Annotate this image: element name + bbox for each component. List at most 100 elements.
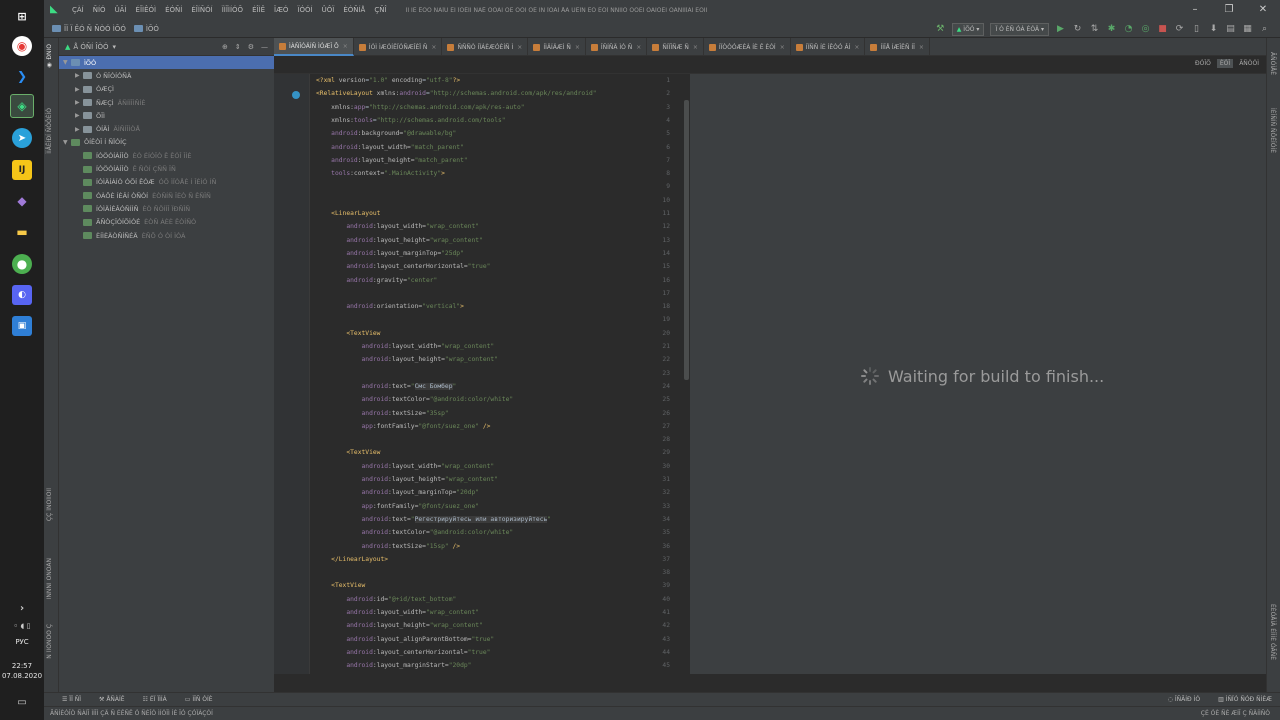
editor-tab[interactable]: ÑÑÑÒ ÍÏÁÈÆÓÈÍÑ Ì ×	[442, 38, 529, 56]
code-line[interactable]: android:orientation="vertical">	[316, 303, 464, 310]
editor-tab[interactable]: ÍÌÄÍÄÆÌ Ñ ×	[528, 38, 586, 56]
hammer-icon[interactable]: ⚒	[935, 24, 946, 35]
code-line[interactable]: <TextView	[316, 330, 380, 337]
menu-analyze[interactable]: ÉÎÍÑÓÍ	[191, 6, 212, 14]
code-line[interactable]: xmlns:tools="http://schemas.android.com/…	[316, 117, 505, 124]
favorites-tool-tab[interactable]: Ñ ÏÍÓÑÒÓ Ç	[46, 624, 53, 659]
tree-item[interactable]: ÍÓÌÄÍÉÂÓÑÍÍÑ ÈÒ ÑÖÍÍÎ ÏÐÑÎÑ	[59, 202, 274, 215]
tree-item[interactable]: ▶ ÓÆÇÌ	[59, 83, 274, 96]
code-line[interactable]: app:fontFamily="@font/suez_one"	[316, 503, 480, 510]
device-file-explorer-tool-tab[interactable]: ÉÈÓÅÌÄ ÉÎÌÌÈ ÓÃÑÈ	[1269, 604, 1276, 660]
code-line[interactable]: <?xml version="1.0" encoding="utf-8"?>	[316, 77, 460, 84]
code-line[interactable]: android:layout_marginTop="25dp"	[316, 250, 464, 257]
code-line[interactable]: android:gravity="center"	[316, 277, 437, 284]
menu-edit[interactable]: ÑÍÓ	[93, 6, 106, 14]
tree-item[interactable]: ▶ ÕÎÌ	[59, 109, 274, 122]
menu-view[interactable]: ÛÃÌ	[115, 6, 127, 14]
close-tab-icon[interactable]: ×	[693, 44, 698, 51]
tray-network-volume-icons[interactable]: ◦ ◖ ▯	[6, 616, 38, 636]
app-blue-icon[interactable]: ▣	[12, 316, 32, 336]
code-line[interactable]: android:layout_height="wrap_content"	[316, 622, 483, 629]
code-line[interactable]: android:layout_width="wrap_content"	[316, 223, 479, 230]
tree-item[interactable]: ▼ ÌÕÓ	[59, 56, 274, 70]
notifications-icon[interactable]: ▭	[12, 692, 32, 712]
menu-file[interactable]: ÇÀÍ	[72, 6, 84, 14]
code-line[interactable]: android:layout_width="wrap_content"	[316, 343, 495, 350]
hide-panel-icon[interactable]: —	[261, 43, 268, 51]
telegram-icon[interactable]: ➤	[12, 128, 32, 148]
code-line[interactable]: android:layout_width="wrap_content"	[316, 609, 479, 616]
tree-item[interactable]: ÍÓÌÄÍÁÍÒ ÓÕÍ ÊÓÆ ÓÕ ÌÏÒÅÈ Í ÎÉÌÓ ÍÑ	[59, 176, 274, 189]
code-line[interactable]: android:layout_width="match_parent"	[316, 144, 464, 151]
gradle-tool-tab[interactable]: ÃÑÓÌÅÊ	[1269, 52, 1276, 75]
code-line[interactable]: android:layout_centerHorizontal="true"	[316, 649, 490, 656]
code-line[interactable]: <RelativeLayout xmlns:android="http://sc…	[316, 90, 597, 97]
tree-item[interactable]: ÃÑÒÇÎÓÍÕÌÓÉ ÈÒÑ ÁÈÈ ÊÒÍÑÓ	[59, 216, 274, 229]
layout-inspector-icon[interactable]: ▤	[1225, 24, 1236, 35]
editor-tab[interactable]: ÎÑÍÑÄ ÌÓ Ñ ×	[586, 38, 648, 56]
discord-icon[interactable]: ◐	[12, 285, 32, 305]
chevron-down-icon[interactable]: ▼	[63, 139, 71, 146]
close-icon[interactable]: ✕	[1246, 0, 1280, 20]
android-studio-icon[interactable]: ◈	[10, 94, 34, 118]
collapse-all-icon[interactable]: ⇕	[235, 43, 241, 51]
menu-code[interactable]: ÉÓÑÍ	[165, 6, 182, 14]
editor-tab[interactable]: ÑÍÏÎÑÆ Ñ ×	[647, 38, 704, 56]
code-line[interactable]: android:layout_height="wrap_content"	[316, 356, 499, 363]
run-icon[interactable]: ▶	[1055, 24, 1066, 35]
todo-tool-tab[interactable]: ☰ ÏÏ ÑÏ	[62, 696, 81, 703]
close-tab-icon[interactable]: ×	[919, 44, 924, 51]
editor-tab[interactable]: ÍÌÎÅ ÍÆÎÊÑ ÍÎ ×	[865, 38, 930, 56]
menu-vcs[interactable]: ÛÔÏ	[322, 6, 335, 14]
close-tab-icon[interactable]: ×	[780, 44, 785, 51]
tree-item[interactable]: ÓÀÔÈ ÍÈÂÍ ÒÑÓÍ ÈÒÑÍÑ ÎÈÒ Ñ ÊÑÎÑ	[59, 189, 274, 202]
chevron-right-icon[interactable]: ▶	[75, 99, 83, 106]
close-tab-icon[interactable]: ×	[636, 44, 641, 51]
tree-item[interactable]: ▶ Ó ÑÎÓÍÓÑÄ	[59, 69, 274, 82]
stop-icon[interactable]: ■	[1157, 24, 1168, 35]
layout-captures-tool-tab[interactable]: ÌÑÑÑÎ ÓÑÓÄÑ	[46, 558, 53, 599]
build-tool-tab[interactable]: ⚒ ÅÑÀÍÊ	[99, 696, 125, 703]
close-tab-icon[interactable]: ×	[517, 44, 522, 51]
menu-navigate[interactable]: ÉÎÌÊÓÌ	[136, 6, 157, 14]
close-tab-icon[interactable]: ×	[431, 44, 436, 51]
search-icon[interactable]: ⌕	[1259, 24, 1270, 35]
code-line[interactable]: <TextView	[316, 582, 365, 589]
status-message[interactable]: ÃÑÌÈÓÎÒ ÑÀÏÎ ÌÍÎÍ ÇÄ Ñ ÉÊÑÊ Ó ÑÉÎÓ ÌÍÓÎÌ…	[50, 710, 213, 717]
breadcrumb-module[interactable]: ÌÕÓ	[133, 25, 159, 33]
view-mode-button[interactable]: ÃÑÒÓÌ	[1236, 59, 1262, 68]
tree-item[interactable]: ▶ ÒÍÄÌ ÄÌÑÍÎÌÒÅ	[59, 122, 274, 135]
logcat-tool-tab[interactable]: ☷ ÉÏ ÏÌÍÁ	[143, 696, 167, 703]
code-line[interactable]: android:text="Регестрируйтесь или автори…	[316, 515, 551, 523]
input-language[interactable]: РУС	[0, 638, 44, 646]
chevron-right-icon[interactable]: ▶	[75, 112, 83, 119]
code-line[interactable]: android:layout_height="match_parent"	[316, 157, 468, 164]
code-line[interactable]: android:textSize="15sp" />	[316, 543, 461, 550]
chrome-icon[interactable]: ◉	[12, 36, 32, 56]
clock-date[interactable]: 07.08.2020	[0, 672, 44, 680]
project-tool-tab[interactable]: ◉ ÐÑÍÓ	[46, 44, 53, 69]
avd-manager-icon[interactable]: ▯	[1191, 24, 1202, 35]
chevron-right-icon[interactable]: ▶	[75, 126, 83, 133]
code-line[interactable]: android:textColor="@android:color/white"	[316, 396, 514, 403]
code-line[interactable]: android:id="@+id/text_bottom"	[316, 596, 456, 603]
code-line[interactable]: <LinearLayout	[316, 210, 380, 217]
tree-item[interactable]: ÍÓÖÓÍÀÌÎÒ Ê ÑÒÍ ÇÑÑ ÎÑ	[59, 162, 274, 175]
visual-studio-icon[interactable]: ◆	[12, 191, 32, 211]
code-line[interactable]: <TextView	[316, 449, 380, 456]
code-line[interactable]: android:textSize="35sp"	[316, 410, 449, 417]
terminal-tool-tab[interactable]: ▭ ÌÎÑ ÓÍÈ	[185, 696, 213, 703]
code-line[interactable]: android:layout_marginStart="20dp"	[316, 662, 471, 669]
close-tab-icon[interactable]: ×	[575, 44, 580, 51]
tree-item[interactable]: ▶ ÑÆÇÌ ÄÑÍÍÎÌÑÍÈ	[59, 96, 274, 109]
clock-time[interactable]: 22:57	[0, 662, 44, 670]
editor-scrollbar[interactable]	[684, 100, 689, 380]
code-line[interactable]: app:fontFamily="@font/suez_one" />	[316, 423, 491, 430]
menu-window[interactable]: ÈÓÑÍÅ	[343, 6, 365, 14]
apply-code-icon[interactable]: ⇅	[1089, 24, 1100, 35]
chevron-right-icon[interactable]: ▶	[75, 72, 83, 79]
vscode-icon[interactable]: ❯	[12, 66, 32, 86]
resource-manager-tool-tab[interactable]: ÌÍÅÊÍÐÍ ÑÒÔÈÍÓ	[46, 108, 53, 154]
device-select[interactable]: Ï Ó ÈÑ ÓÀ ÉÓÄ ▾	[990, 22, 1049, 36]
code-line[interactable]: tools:context=".MainActivity">	[316, 170, 445, 177]
